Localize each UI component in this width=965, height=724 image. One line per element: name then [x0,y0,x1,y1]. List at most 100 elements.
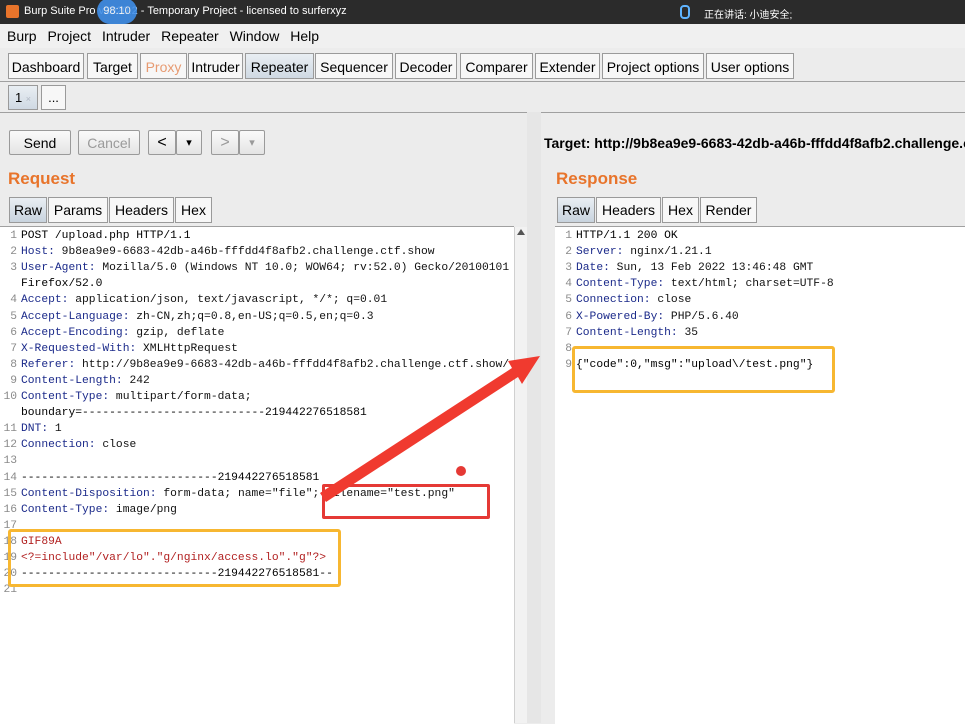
response-line: Content-Type: text/html; charset=UTF-8 [576,278,834,291]
timer-badge: 98:10 [97,0,137,24]
menu-help[interactable]: Help [290,24,319,44]
response-line-number: 9 [565,358,572,371]
request-line: Referer: http://9b8ea9e9-6683-42db-a46b-… [21,358,510,371]
request-line-number: 6 [10,326,17,339]
response-line: Connection: close [576,294,692,307]
cancel-button[interactable]: Cancel [78,130,140,155]
request-line: Content-Type: image/png [21,503,177,516]
response-editor[interactable]: 1 HTTP/1.1 200 OK 2 Server: nginx/1.21.1 3 Da… [555,226,965,724]
response-highlight-box [572,346,835,393]
request-line: Content-Length: 242 [21,374,150,387]
tab-target[interactable]: Target [87,53,138,79]
request-line: Accept: application/json, text/javascrip… [21,294,388,307]
response-line-number: 5 [565,294,572,307]
burp-logo-icon [6,5,19,18]
request-line: Firefox/52.0 [21,278,103,291]
tab-sequencer[interactable]: Sequencer [315,53,393,79]
request-tab-raw[interactable]: Raw [9,197,47,223]
menu-project[interactable]: Project [47,24,91,44]
tab-repeater[interactable]: Repeater [245,53,314,79]
request-tab-headers[interactable]: Headers [109,197,174,223]
payload-highlight-box [8,529,341,587]
request-line-number: 15 [3,487,17,500]
tab-intruder[interactable]: Intruder [188,53,243,79]
tab-project-options[interactable]: Project options [602,53,704,79]
response-title: Response [556,169,638,188]
response-line-number: 3 [565,262,572,275]
response-tab-render[interactable]: Render [700,197,757,223]
response-line-number: 6 [565,310,572,323]
request-scrollbar[interactable] [514,227,527,723]
repeater-subtabs: 1 × ... [0,84,965,113]
request-line: Host: 9b8ea9e9-6683-42db-a46b-fffdd4f8af… [21,246,435,259]
request-line-number: 16 [3,503,17,516]
forward-history-dropdown[interactable]: ▾ [239,130,265,155]
send-button[interactable]: Send [9,130,71,155]
response-line-number: 4 [565,278,572,291]
response-tab-headers[interactable]: Headers [596,197,661,223]
request-line-number: 12 [3,439,17,452]
request-line: Content-Type: multipart/form-data; [21,391,252,403]
close-icon[interactable]: × [26,94,31,104]
request-line-number: 13 [3,455,17,468]
subtab-1-label: 1 [14,90,23,105]
target-label[interactable]: Target: http://9b8ea9e9-6683-42db-a46b-f… [544,135,965,151]
response-line-number: 2 [565,246,572,259]
request-line: DNT: 1 [21,423,62,436]
request-tab-params[interactable]: Params [48,197,108,223]
window-title: Burp Suite Pro v2020.2 - Temporary Proje… [24,5,347,17]
request-line-number: 1 [10,230,17,242]
request-line: boundary=---------------------------2194… [21,407,367,420]
request-line: -----------------------------21944227651… [21,471,320,484]
response-line-number: 1 [565,230,572,242]
request-title: Request [8,169,76,188]
response-line: Server: nginx/1.21.1 [576,246,712,259]
response-line-number: 7 [565,326,572,339]
response-line-number: 8 [565,342,572,355]
menu-window[interactable]: Window [230,24,280,44]
request-line-number: 2 [10,246,17,259]
request-line-number: 7 [10,342,17,355]
request-line-number: 5 [10,310,17,323]
microphone-icon [680,5,690,19]
response-tab-hex[interactable]: Hex [662,197,699,223]
request-line-number: 14 [3,471,17,484]
tab-user-options[interactable]: User options [706,53,794,79]
response-line: Date: Sun, 13 Feb 2022 13:46:48 GMT [576,262,814,275]
split-divider[interactable] [527,112,541,723]
menu-burp[interactable]: Burp [7,24,37,44]
request-line: User-Agent: Mozilla/5.0 (Windows NT 10.0… [21,262,510,275]
scroll-up-icon[interactable] [517,229,525,235]
response-tab-raw[interactable]: Raw [557,197,595,223]
request-line-number: 9 [10,374,17,387]
tab-comparer[interactable]: Comparer [460,53,533,79]
subtab-new[interactable]: ... [41,85,66,110]
menu-intruder[interactable]: Intruder [102,24,150,44]
request-tab-hex[interactable]: Hex [175,197,212,223]
tab-extender[interactable]: Extender [535,53,600,79]
request-line: Connection: close [21,439,137,452]
filename-highlight-box [322,484,490,519]
tab-decoder[interactable]: Decoder [395,53,457,79]
back-history-dropdown[interactable]: ▾ [176,130,202,155]
tab-dashboard[interactable]: Dashboard [8,53,84,79]
response-line: HTTP/1.1 200 OK [576,230,678,242]
request-line: Accept-Language: zh-CN,zh;q=0.8,en-US;q=… [21,310,374,323]
annotation-dot [456,466,466,476]
back-button[interactable]: < [148,130,176,155]
speaking-indicator: 正在讲话: 小迪安全; [704,10,793,21]
main-tabs: Dashboard Target Proxy Intruder Repeater… [0,52,965,82]
request-line: POST /upload.php HTTP/1.1 [21,230,191,242]
subtab-1[interactable]: 1 × [8,85,38,110]
menu-bar: Burp Project Intruder Repeater Window He… [0,24,965,48]
request-line-number: 4 [10,294,17,307]
request-line-number: 11 [3,423,17,436]
request-editor[interactable]: 1 POST /upload.php HTTP/1.1 2 Host: 9b8ea9e… [0,226,514,724]
response-line: Content-Length: 35 [576,326,699,339]
request-line: X-Requested-With: XMLHttpRequest [21,342,238,355]
tab-proxy[interactable]: Proxy [140,53,187,79]
forward-button[interactable]: > [211,130,239,155]
request-line-number: 8 [10,358,17,371]
menu-repeater[interactable]: Repeater [161,24,219,44]
response-line: X-Powered-By: PHP/5.6.40 [576,310,739,323]
